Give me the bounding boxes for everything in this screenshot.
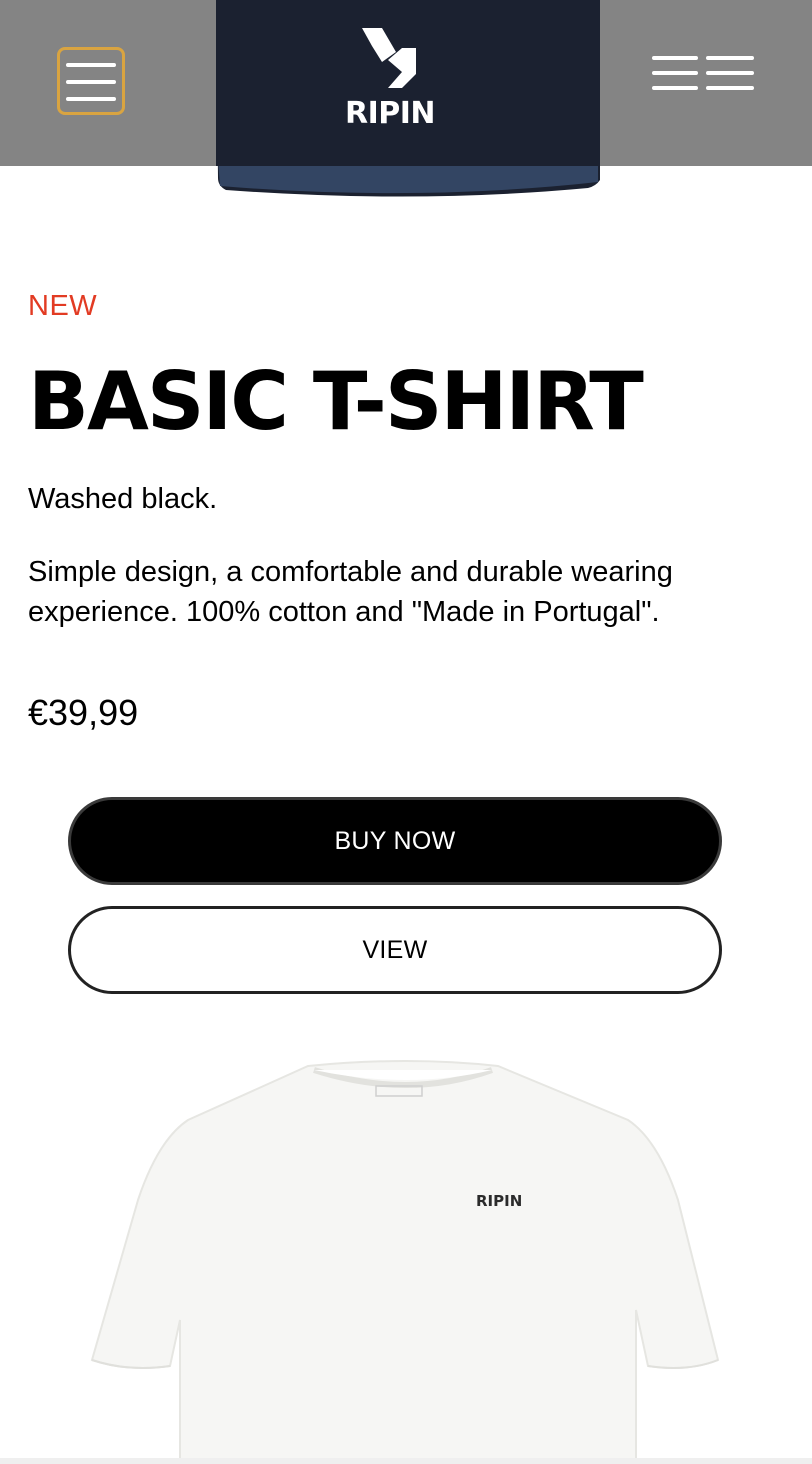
double-hamburger-icon [652,56,698,60]
menu-button-left[interactable] [57,47,125,115]
menu-button-right[interactable] [650,54,756,94]
buy-now-button[interactable]: BUY NOW [68,797,722,885]
view-button[interactable]: VIEW [68,906,722,994]
bottom-divider [0,1458,812,1464]
hamburger-icon [66,63,116,67]
product-title: BASIC T-SHIRT [28,355,644,448]
product-image-white-shirt[interactable]: RIPIN [88,1060,728,1464]
shirt-logo-text: RIPIN [476,1192,522,1210]
product-description: Simple design, a comfortable and durable… [28,556,673,628]
buy-now-label: BUY NOW [334,826,456,855]
ripin-logo[interactable]: RIPIN [330,26,450,132]
logo-text: RIPIN [344,96,436,131]
new-badge: NEW [28,290,98,322]
product-color: Washed black. [28,483,218,515]
view-label: VIEW [362,935,428,964]
logo-mark-icon [362,28,416,88]
product-price: €39,99 [28,692,139,733]
